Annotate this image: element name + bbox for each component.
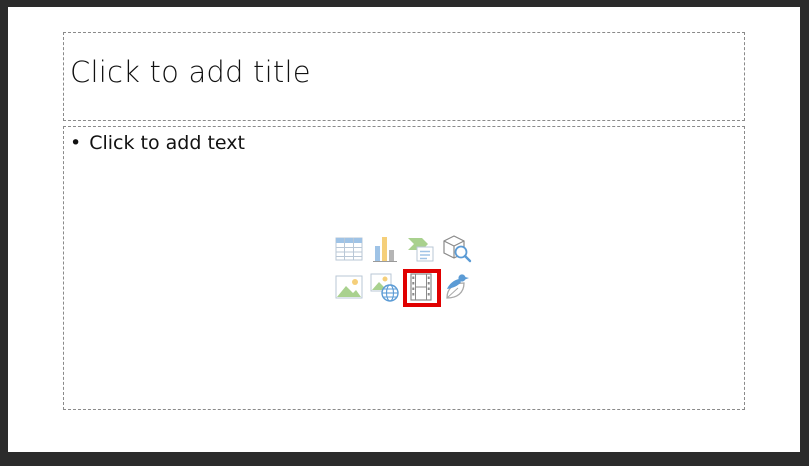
content-placeholder[interactable]: • Click to add text [63, 126, 745, 410]
insert-chart-icon[interactable] [370, 234, 400, 264]
insert-icons-icon[interactable] [442, 272, 472, 302]
title-placeholder[interactable]: Click to add title [63, 32, 745, 121]
content-placeholder-text: Click to add text [89, 132, 245, 154]
title-placeholder-text: Click to add title [70, 55, 311, 89]
bullet-marker: • [70, 132, 82, 154]
video-icon-highlight-box [403, 269, 441, 307]
slide-canvas[interactable]: Click to add title • Click to add text [8, 7, 800, 452]
content-bullet-line: • Click to add text [70, 132, 245, 154]
insert-online-picture-icon[interactable] [370, 272, 400, 302]
insert-picture-icon[interactable] [334, 272, 364, 302]
insert-content-icon-grid [334, 234, 480, 310]
insert-3d-model-icon[interactable] [442, 234, 472, 264]
insert-smartart-icon[interactable] [406, 234, 436, 264]
insert-table-icon[interactable] [334, 234, 364, 264]
